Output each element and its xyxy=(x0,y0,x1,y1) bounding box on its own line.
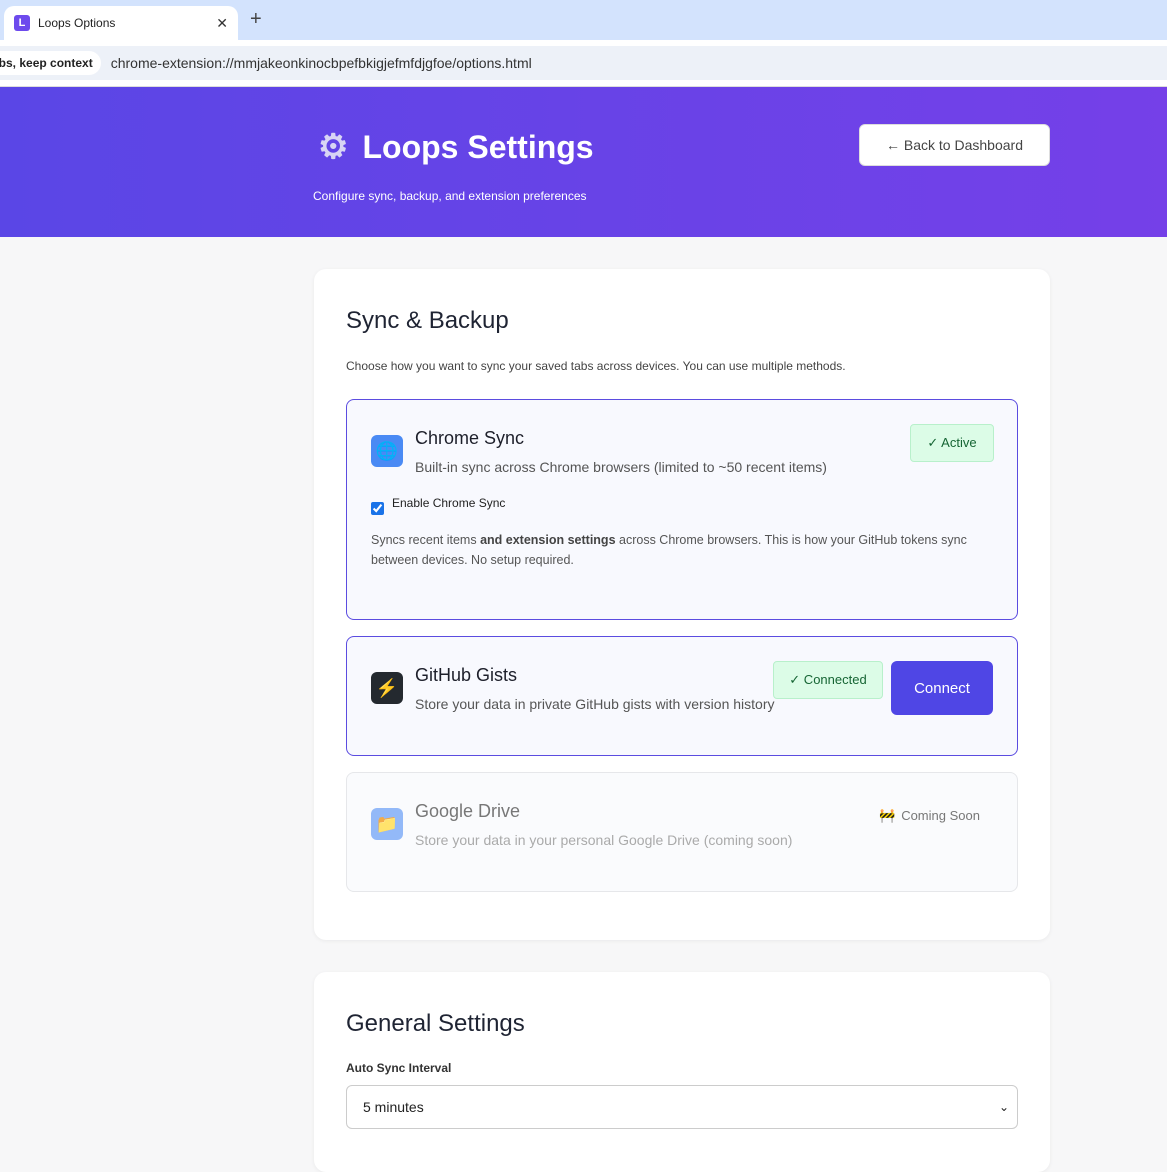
google-drive-option: 📁 Google Drive Store your data in your p… xyxy=(346,772,1018,892)
sync-backup-section: Sync & Backup Choose how you want to syn… xyxy=(314,269,1050,940)
github-gists-option: ⚡ GitHub Gists Store your data in privat… xyxy=(346,636,1018,756)
general-settings-section: General Settings Auto Sync Interval 5 mi… xyxy=(314,972,1050,1172)
option-description: Store your data in your personal Google … xyxy=(415,832,793,848)
selected-value: 5 minutes xyxy=(363,1099,424,1115)
address-bar: abs, keep context chrome-extension://mmj… xyxy=(0,40,1167,87)
browser-tab[interactable]: L Loops Options ✕ xyxy=(4,6,238,40)
note-text: Syncs recent items xyxy=(371,533,481,547)
connected-badge: ✓ Connected xyxy=(773,661,883,699)
chrome-sync-note: Syncs recent items and extension setting… xyxy=(371,530,981,570)
checkbox-label-text: Enable Chrome Sync xyxy=(392,496,506,510)
note-bold: and extension settings xyxy=(480,533,616,547)
option-title: Chrome Sync xyxy=(415,428,525,448)
tab-strip: L Loops Options ✕ + xyxy=(0,0,1167,40)
back-to-dashboard-button[interactable]: ← Back to Dashboard xyxy=(859,124,1050,166)
section-title: General Settings xyxy=(346,1010,525,1037)
connect-github-button[interactable]: Connect xyxy=(891,661,993,715)
page-title-text: Loops Settings xyxy=(362,128,594,165)
chrome-sync-option: 🌐 Chrome Sync Built-in sync across Chrom… xyxy=(346,399,1018,620)
enable-chrome-sync-label[interactable]: Enable Chrome Sync xyxy=(371,496,505,515)
section-title: Sync & Backup xyxy=(346,307,509,334)
loops-favicon-icon: L xyxy=(14,15,30,31)
active-badge: ✓ Active xyxy=(910,424,994,462)
option-description: Built-in sync across Chrome browsers (li… xyxy=(415,459,827,475)
auto-sync-interval-select[interactable]: 5 minutes ⌄ xyxy=(346,1085,1018,1129)
coming-soon-badge: 🚧 Coming Soon xyxy=(879,808,980,824)
construction-icon: 🚧 xyxy=(879,808,896,823)
page-header: ⚙ Loops Settings Configure sync, backup, … xyxy=(0,87,1167,237)
chevron-down-icon: ⌄ xyxy=(998,1100,1009,1114)
folder-icon: 📁 xyxy=(371,808,403,840)
option-description: Store your data in private GitHub gists … xyxy=(415,696,775,712)
url-input[interactable]: chrome-extension://mmjakeonkinocbpefbkig… xyxy=(111,55,532,71)
enable-chrome-sync-checkbox[interactable] xyxy=(371,502,384,515)
page-subtitle: Configure sync, backup, and extension pr… xyxy=(313,189,587,203)
coming-soon-text: Coming Soon xyxy=(901,808,980,823)
auto-sync-interval-label: Auto Sync Interval xyxy=(346,1061,452,1075)
option-title: GitHub Gists xyxy=(415,665,518,685)
page-title: ⚙ Loops Settings xyxy=(318,127,594,167)
close-tab-icon[interactable]: ✕ xyxy=(216,15,228,32)
option-title: Google Drive xyxy=(415,801,521,821)
new-tab-icon[interactable]: + xyxy=(250,8,262,31)
tab-title: Loops Options xyxy=(38,16,116,30)
gear-icon: ⚙ xyxy=(318,128,349,166)
tab-group-chip[interactable]: abs, keep context xyxy=(0,51,101,75)
lightning-icon: ⚡ xyxy=(371,672,403,704)
section-intro: Choose how you want to sync your saved t… xyxy=(346,359,846,373)
globe-icon: 🌐 xyxy=(371,435,403,467)
